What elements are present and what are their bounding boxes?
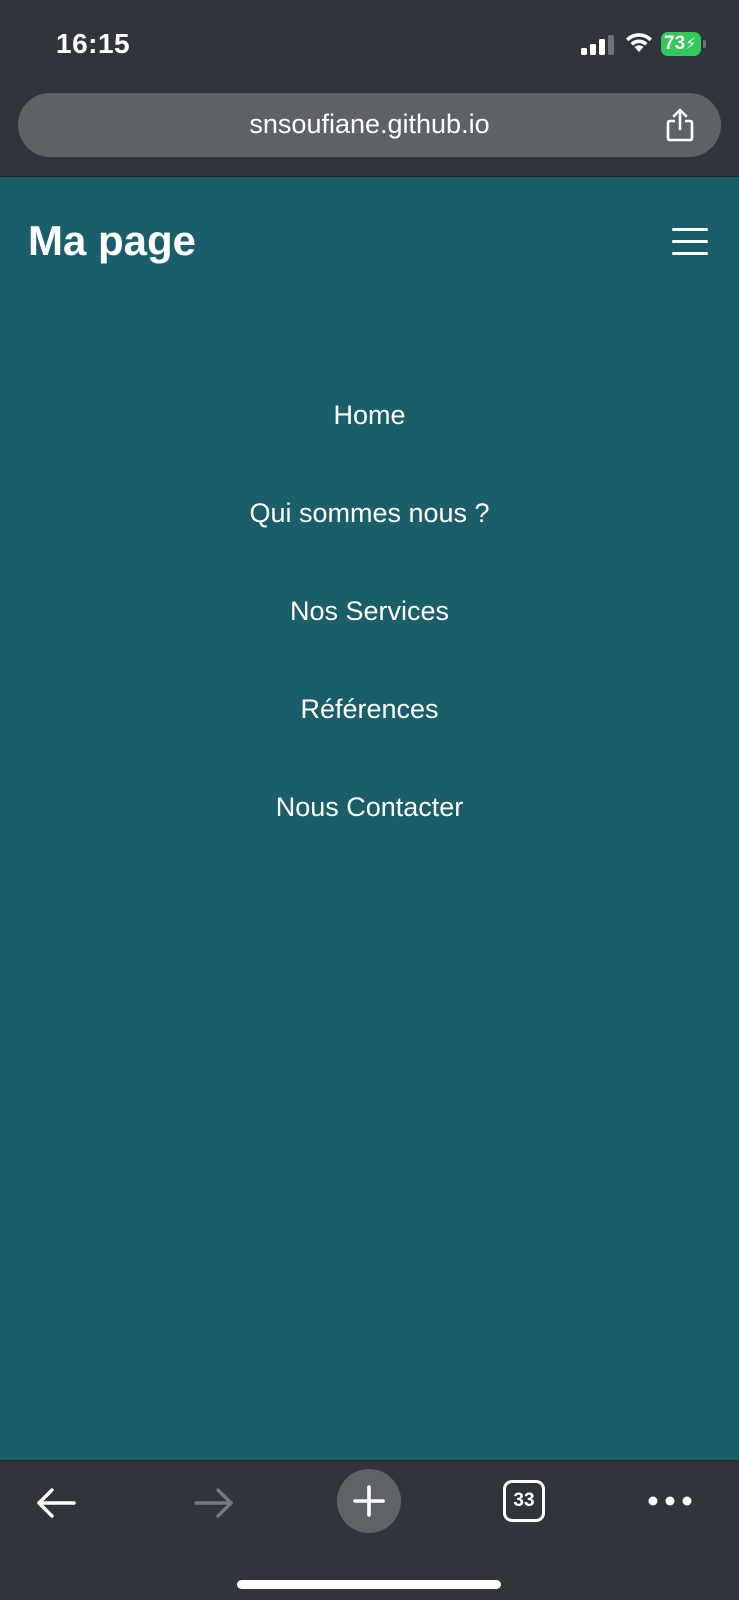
- more-dots-icon[interactable]: [648, 1495, 692, 1507]
- signal-icon: [581, 35, 614, 55]
- nav-link-contact[interactable]: Nous Contacter: [276, 792, 464, 822]
- nav-item-contact: Nous Contacter: [0, 791, 739, 889]
- forward-arrow-icon[interactable]: [188, 1483, 240, 1523]
- status-bar: 16:15 73⚡: [0, 0, 739, 88]
- site-title: Ma page: [28, 217, 197, 264]
- nav-item-services: Nos Services: [0, 595, 739, 693]
- nav-menu: Home Qui sommes nous ? Nos Services Réfé…: [0, 399, 739, 889]
- nav-item-about: Qui sommes nous ?: [0, 497, 739, 595]
- back-arrow-icon[interactable]: [30, 1483, 82, 1523]
- status-time: 16:15: [56, 28, 131, 59]
- home-indicator: [237, 1580, 501, 1589]
- new-tab-button[interactable]: [337, 1469, 401, 1533]
- battery-charging-icon: 73⚡: [661, 32, 707, 56]
- url-text[interactable]: snsoufiane.github.io: [18, 93, 721, 157]
- nav-link-services[interactable]: Nos Services: [290, 596, 449, 626]
- web-page: Ma page Home Qui sommes nous ? Nos Servi…: [0, 176, 739, 1461]
- browser-screen: 16:15 73⚡ snsoufiane.github.io Ma page H…: [0, 0, 739, 1600]
- share-icon[interactable]: [665, 108, 695, 142]
- address-bar[interactable]: snsoufiane.github.io: [18, 93, 721, 157]
- nav-link-about[interactable]: Qui sommes nous ?: [249, 498, 489, 528]
- battery-level: 73⚡: [661, 32, 701, 56]
- tab-switcher-button[interactable]: 33: [503, 1480, 545, 1522]
- nav-link-references[interactable]: Références: [300, 694, 438, 724]
- nav-link-home[interactable]: Home: [333, 400, 405, 430]
- wifi-icon: [626, 33, 652, 52]
- hamburger-icon[interactable]: [672, 228, 708, 256]
- nav-item-home: Home: [0, 399, 739, 497]
- battery-tip: [703, 40, 706, 48]
- bottom-toolbar: 33: [0, 1460, 739, 1600]
- plus-icon: [353, 1485, 385, 1517]
- nav-item-references: Références: [0, 693, 739, 791]
